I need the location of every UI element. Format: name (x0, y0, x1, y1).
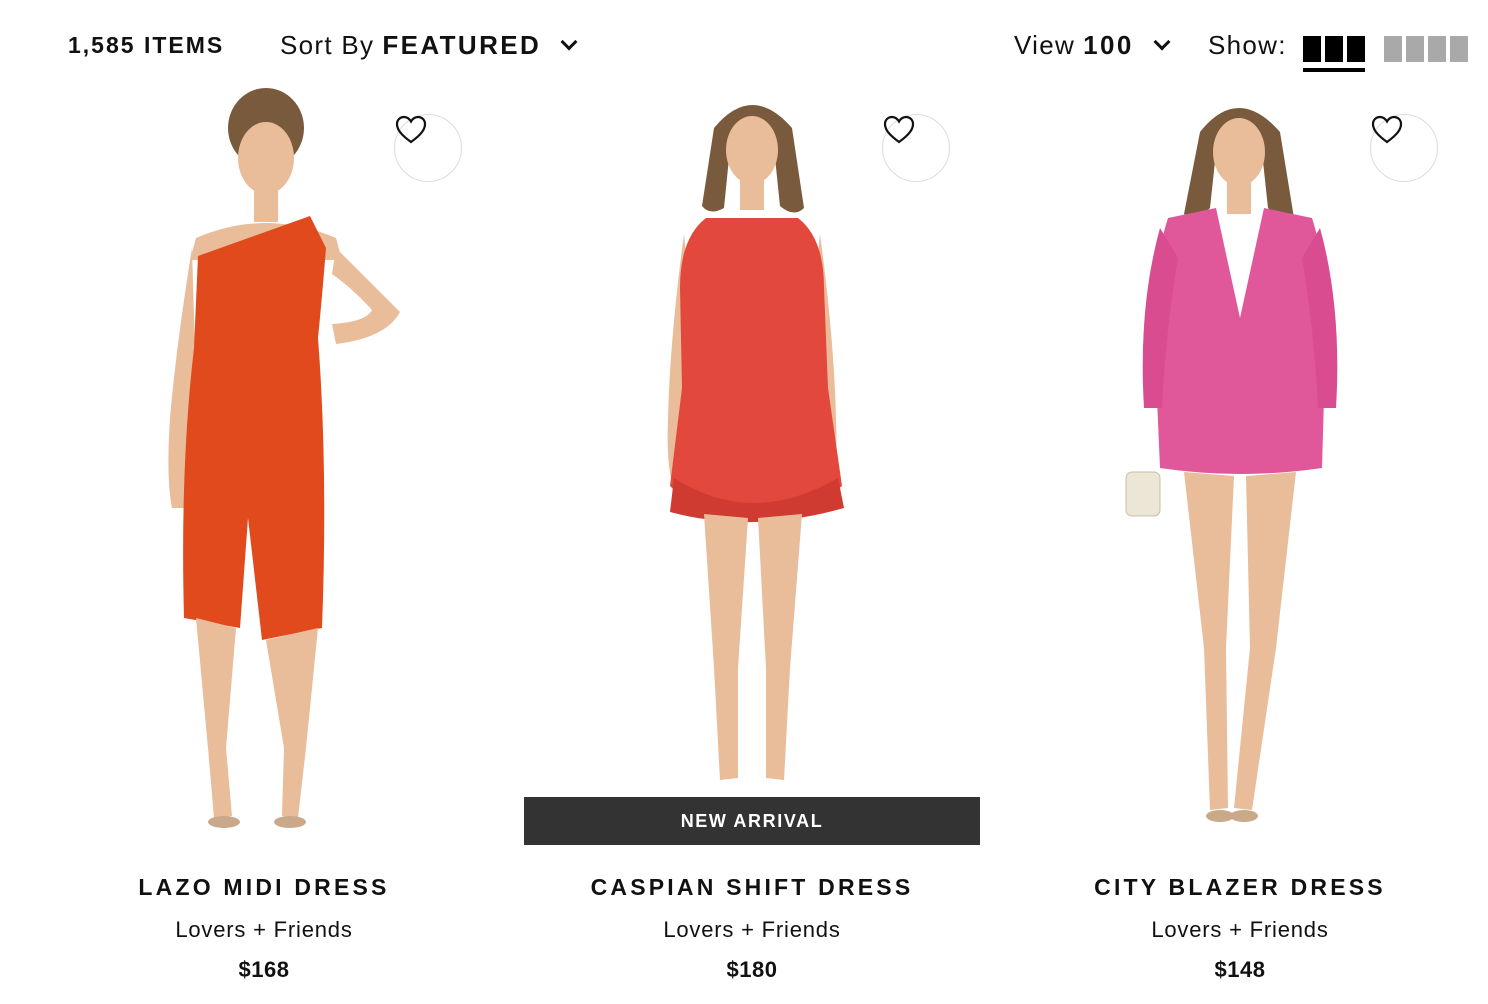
chevron-down-icon (1153, 33, 1171, 50)
product-card[interactable]: NEW ARRIVAL CASPIAN SHIFT DRESS Lovers +… (524, 88, 980, 1004)
product-price: $180 (726, 957, 778, 982)
product-brand[interactable]: Lovers + Friends (36, 917, 492, 943)
listing-toolbar: 1,585 ITEMS Sort By FEATURED View 100 Sh… (0, 0, 1488, 92)
dress-shape (183, 216, 326, 640)
product-name[interactable]: CASPIAN SHIFT DRESS (524, 874, 980, 901)
product-name[interactable]: CITY BLAZER DRESS (1012, 874, 1468, 901)
heart-icon (395, 115, 427, 144)
grid-block (1450, 36, 1468, 62)
product-brand[interactable]: Lovers + Friends (1012, 917, 1468, 943)
new-arrival-badge: NEW ARRIVAL (524, 797, 980, 845)
dress-shape (670, 218, 842, 512)
product-card[interactable]: LAZO MIDI DRESS Lovers + Friends $168 (36, 88, 492, 1004)
grid-block (1347, 36, 1365, 62)
view-value: 100 (1083, 30, 1134, 60)
view-label: View (1014, 30, 1076, 60)
sort-dropdown[interactable]: Sort By FEATURED (280, 30, 578, 61)
model-illustration (1125, 108, 1338, 822)
product-card[interactable]: CITY BLAZER DRESS Lovers + Friends $148 (1012, 88, 1468, 1004)
product-image[interactable] (36, 88, 492, 846)
grid-block (1325, 36, 1343, 62)
grid-block (1428, 36, 1446, 62)
four-column-grid-icon[interactable] (1384, 36, 1470, 62)
product-price: $168 (238, 957, 290, 982)
model-illustration (168, 88, 400, 828)
heart-icon (883, 115, 915, 144)
chevron-down-icon (560, 33, 578, 50)
grid-block (1303, 36, 1321, 62)
dress-shape (1153, 208, 1327, 474)
sort-label: Sort By (280, 30, 375, 60)
wishlist-button[interactable] (394, 114, 462, 182)
active-layout-underline (1303, 68, 1365, 72)
grid-block (1406, 36, 1424, 62)
product-brand[interactable]: Lovers + Friends (524, 917, 980, 943)
item-count: 1,585 ITEMS (68, 32, 225, 58)
product-image[interactable]: NEW ARRIVAL (524, 88, 980, 846)
three-column-grid-icon[interactable] (1303, 34, 1367, 72)
model-illustration (667, 105, 844, 780)
product-image[interactable] (1012, 88, 1468, 846)
heart-icon (1371, 115, 1403, 144)
view-count-dropdown[interactable]: View 100 (1014, 30, 1171, 61)
grid-block (1384, 36, 1402, 62)
product-name[interactable]: LAZO MIDI DRESS (36, 874, 492, 901)
product-price: $148 (1214, 957, 1266, 982)
sort-value: FEATURED (382, 30, 542, 60)
wishlist-button[interactable] (1370, 114, 1438, 182)
show-label: Show: (1208, 30, 1287, 60)
wishlist-button[interactable] (882, 114, 950, 182)
